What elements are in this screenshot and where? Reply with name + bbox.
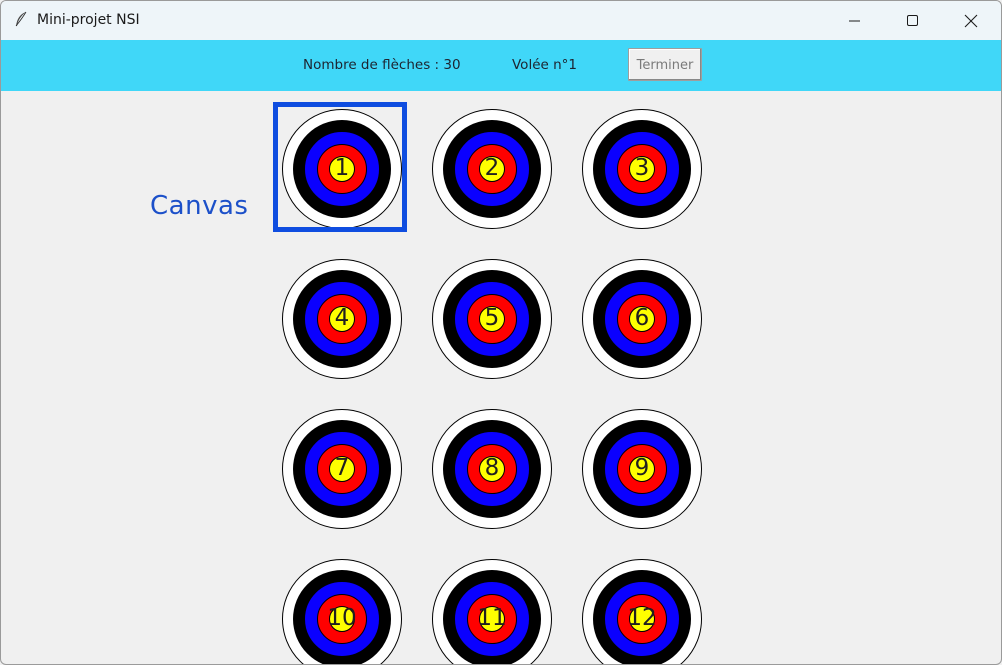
target-number: 4	[334, 305, 350, 331]
target-12[interactable]: 12	[580, 557, 704, 664]
arrows-count-label: Nombre de flèches : 30	[303, 57, 461, 73]
target-number: 3	[634, 155, 650, 181]
target-number: 8	[484, 455, 500, 481]
title-bar[interactable]: Mini-projet NSI	[1, 1, 1001, 40]
target-number: 7	[334, 455, 350, 481]
target-number: 1	[334, 155, 350, 181]
target-number: 12	[627, 605, 657, 631]
target-number: 9	[634, 455, 650, 481]
app-window: Mini-projet NSI Nombre de flèches : 30 V…	[0, 0, 1002, 665]
target-number: 10	[327, 605, 357, 631]
target-6[interactable]: 6	[580, 257, 704, 381]
maximize-icon	[907, 15, 918, 26]
finish-button[interactable]: Terminer	[628, 48, 702, 81]
close-button[interactable]	[942, 1, 1000, 40]
target-11[interactable]: 11	[430, 557, 554, 664]
target-4[interactable]: 4	[280, 257, 404, 381]
target-5[interactable]: 5	[430, 257, 554, 381]
target-8[interactable]: 8	[430, 407, 554, 531]
toolbar: Nombre de flèches : 30 Volée n°1	[1, 40, 1001, 91]
canvas-annotation-label: Canvas	[150, 191, 249, 221]
window-title: Mini-projet NSI	[37, 12, 140, 28]
target-10[interactable]: 10	[280, 557, 404, 664]
target-number: 2	[484, 155, 500, 181]
target-1[interactable]: 1	[280, 107, 404, 231]
target-2[interactable]: 2	[430, 107, 554, 231]
feather-icon	[13, 11, 29, 29]
target-number: 6	[634, 305, 650, 331]
close-icon	[964, 14, 978, 28]
maximize-button[interactable]	[884, 1, 942, 40]
volley-label: Volée n°1	[512, 57, 577, 73]
target-3[interactable]: 3	[580, 107, 704, 231]
minimize-button[interactable]	[826, 1, 884, 40]
target-number: 11	[477, 605, 507, 631]
target-9[interactable]: 9	[580, 407, 704, 531]
target-number: 5	[484, 305, 500, 331]
minimize-icon	[849, 20, 860, 22]
target-7[interactable]: 7	[280, 407, 404, 531]
